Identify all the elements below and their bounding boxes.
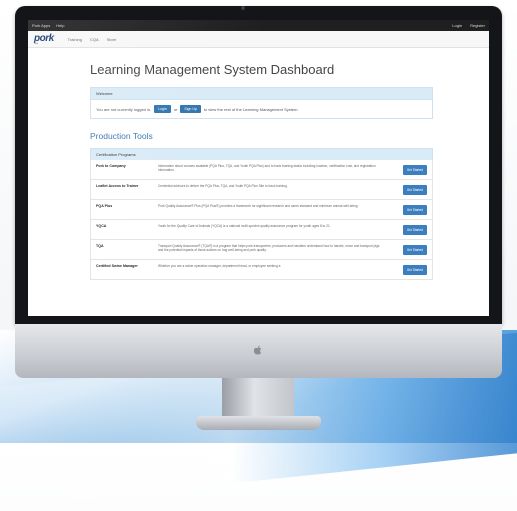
nav-link-cqa[interactable]: CQA [90,37,99,42]
top-bar: Pork Apps Help Login Register [28,20,489,31]
welcome-heading: Welcome [91,88,432,100]
get-started-button[interactable]: Get Started [402,265,427,275]
program-description: Youth for the Quality Care of Animals (Y… [158,224,331,228]
program-name: TQA [96,244,104,248]
topbar-register-link[interactable]: Register [470,23,485,28]
monitor-screen: Pork Apps Help Login Register pork check… [28,20,489,316]
program-description: Credential advisors to deliver the PQA P… [158,184,288,188]
program-row: Pork to Company Information about course… [90,160,433,180]
program-row: Leaflet Access to Trainer Credential adv… [90,180,433,200]
programs-table-header: Certification Programs [90,148,433,160]
get-started-button[interactable]: Get Started [402,185,427,195]
welcome-panel: Welcome You are not currently logged in.… [90,87,433,119]
nav-link-store[interactable]: Store [107,37,117,42]
section-title-production-tools: Production Tools [90,131,153,141]
get-started-button[interactable]: Get Started [402,165,427,175]
welcome-text-after: to view the rest of the Learning Managem… [203,106,299,112]
nav-link-training[interactable]: Training [68,37,82,42]
get-started-button[interactable]: Get Started [402,225,427,235]
nav-links: Training CQA Store [68,37,117,42]
program-description: Pork Quality Assurance® Plus (PQA Plus®)… [158,204,359,208]
main-content: Learning Management System Dashboard Wel… [28,62,489,280]
pork-logo[interactable]: pork checkoff [34,33,54,45]
get-started-button[interactable]: Get Started [402,245,427,255]
program-row: PQA Plus Pork Quality Assurance® Plus (P… [90,200,433,220]
page-title: Learning Management System Dashboard [90,62,335,77]
monitor-stand-neck [222,378,294,420]
program-row: Certified Swine Manager Whether you are … [90,260,433,280]
camera-dot [241,6,245,10]
apple-logo-icon [253,345,262,355]
welcome-body: You are not currently logged in. Login o… [91,100,432,118]
program-name: Certified Swine Manager [96,264,138,268]
welcome-text-before: You are not currently logged in. [96,106,152,112]
program-description: Transport Quality Assurance® (TQA®) is a… [158,244,380,253]
program-description: Whether you are a swine operation manage… [158,264,281,268]
program-description: Information about courses available (PQA… [158,164,376,173]
topbar-login-link[interactable]: Login [452,23,462,28]
program-name: Leaflet Access to Trainer [96,184,139,188]
program-name: PQA Plus [96,204,113,208]
navbar: pork checkoff Training CQA Store [28,31,489,48]
program-name: Pork to Company [96,164,126,168]
program-name: YQCA [96,224,107,228]
topbar-help-link[interactable]: Help [56,23,64,28]
program-row: TQA Transport Quality Assurance® (TQA®) … [90,240,433,260]
signup-button[interactable]: Sign Up [180,105,201,113]
monitor-stand-foot [196,416,321,430]
program-row: YQCA Youth for the Quality Care of Anima… [90,220,433,240]
get-started-button[interactable]: Get Started [402,205,427,215]
welcome-text-or: or [173,106,178,112]
topbar-apps-link[interactable]: Pork Apps [32,23,50,28]
login-button[interactable]: Login [154,105,171,113]
